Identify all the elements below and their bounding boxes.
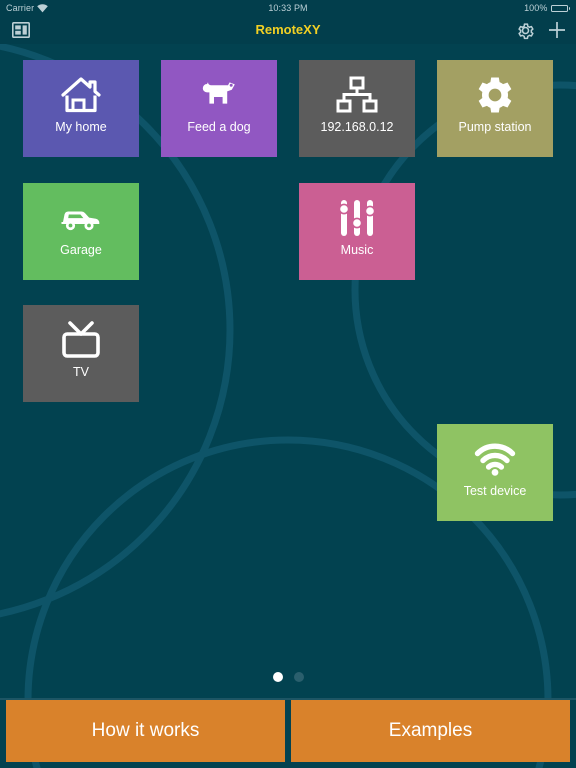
- dog-icon: [202, 82, 235, 104]
- tile-icon: [475, 73, 515, 117]
- gear-icon: [517, 22, 534, 39]
- add-device-button[interactable]: [542, 16, 572, 44]
- page-dot[interactable]: [293, 672, 304, 682]
- device-tile[interactable]: My home: [23, 60, 139, 157]
- tile-label: Feed a dog: [187, 120, 251, 134]
- tile-label: Garage: [60, 243, 102, 257]
- page-indicator: [0, 672, 576, 682]
- tile-label: Music: [340, 243, 374, 257]
- device-tile-grid: My home Feed a dog 192.168.0.12 Pump sta…: [0, 44, 576, 668]
- tile-icon: [336, 73, 378, 117]
- battery-percent-label: 100%: [524, 3, 548, 13]
- tile-label: My home: [55, 120, 107, 134]
- tile-label: TV: [73, 365, 89, 379]
- page-dot[interactable]: [272, 672, 283, 682]
- navigation-bar: RemoteXY: [0, 16, 576, 44]
- device-tile[interactable]: Garage: [23, 183, 139, 280]
- examples-button[interactable]: Examples: [291, 700, 570, 762]
- home-icon: [61, 77, 101, 113]
- tile-icon: [59, 318, 103, 362]
- device-tile[interactable]: Music: [299, 183, 415, 280]
- bottom-action-bar: How it works Examples: [0, 700, 576, 768]
- app-title: RemoteXY: [255, 22, 321, 37]
- status-bar: Carrier 10:33 PM 100%: [0, 0, 576, 16]
- tile-icon: [58, 196, 104, 240]
- wifi-icon: [474, 443, 516, 476]
- car-icon: [61, 211, 100, 231]
- device-tile[interactable]: 192.168.0.12: [299, 60, 415, 157]
- tile-icon: [59, 73, 103, 117]
- device-tile[interactable]: Pump station: [437, 60, 553, 157]
- tile-label: 192.168.0.12: [320, 120, 394, 134]
- tile-label: Pump station: [458, 120, 532, 134]
- tile-icon: [473, 437, 517, 481]
- remotexy-app-screen: Carrier 10:33 PM 100% RemoteXY My home F…: [0, 0, 576, 768]
- battery-full-icon: [550, 4, 570, 12]
- tv-icon: [62, 321, 100, 358]
- network-icon: [336, 76, 378, 113]
- sliders-icon: [339, 200, 375, 236]
- tile-icon: [339, 196, 375, 240]
- gear-icon: [478, 77, 512, 113]
- status-bar-time: 10:33 PM: [268, 3, 308, 13]
- plus-icon: [549, 22, 565, 38]
- how-it-works-button[interactable]: How it works: [6, 700, 285, 762]
- tile-icon: [196, 73, 242, 117]
- settings-button[interactable]: [510, 16, 540, 44]
- device-tile[interactable]: Feed a dog: [161, 60, 277, 157]
- status-bar-battery-group: 100%: [524, 3, 570, 13]
- device-tile[interactable]: TV: [23, 305, 139, 402]
- tile-label: Test device: [463, 484, 527, 498]
- device-tile[interactable]: Test device: [437, 424, 553, 521]
